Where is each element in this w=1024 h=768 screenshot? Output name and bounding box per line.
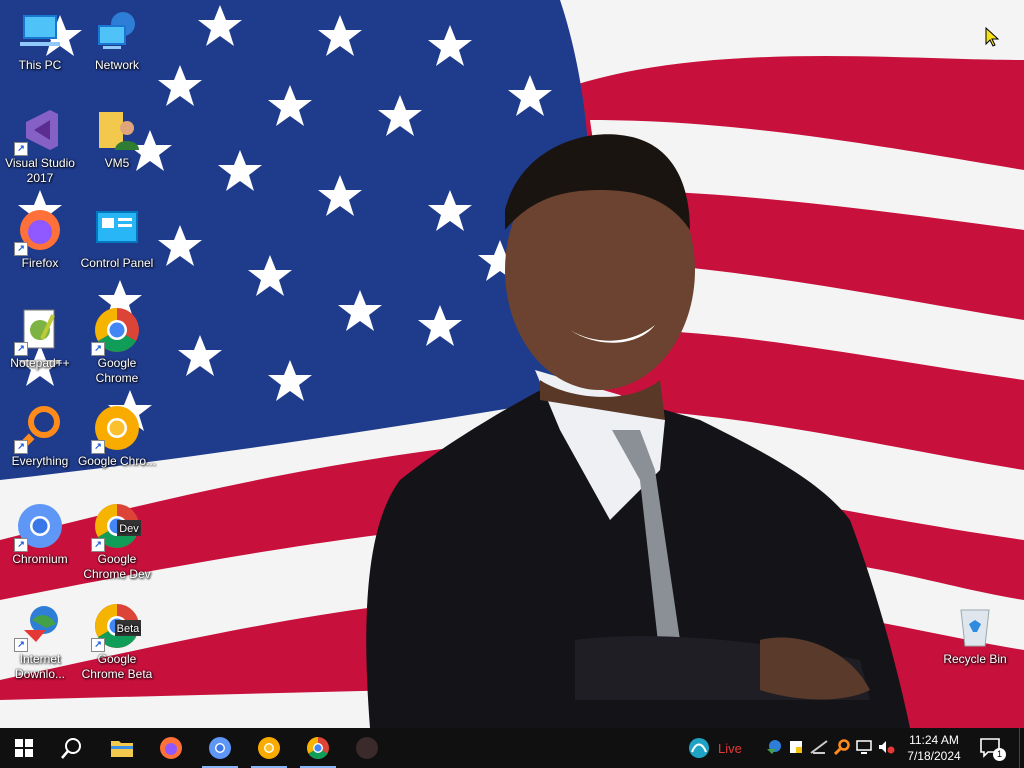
desktop-icon-control-panel[interactable]: Control Panel [77,206,157,271]
icon-label: Google Chro... [77,454,157,468]
icon-label: Firefox [21,256,59,270]
app-icon [356,737,378,759]
internet-download-manager-icon: ↗ [14,602,64,652]
chrome-icon: ↗ [91,306,141,356]
icon-label: Everything [11,454,69,468]
visual-studio-icon: ↗ [14,106,64,156]
shortcut-arrow-icon: ↗ [14,342,28,356]
icon-label: Internet Downlo... [14,652,66,681]
desktop-icon-chromium[interactable]: ↗ Chromium [0,502,80,567]
chrome-dev-icon: Dev ↗ [91,502,141,552]
icon-label: Google Chrome Dev [83,552,151,581]
shortcut-arrow-icon: ↗ [91,638,105,652]
clock-time: 11:24 AM [909,733,959,747]
shortcut-arrow-icon: ↗ [14,440,28,454]
shortcut-arrow-icon: ↗ [91,342,105,356]
weather-icon [689,738,709,758]
icon-label: Google Chrome [95,356,139,385]
taskbar-file-explorer[interactable] [98,728,146,768]
firefox-icon [160,737,182,759]
security-shield-icon[interactable] [788,739,804,758]
weather-widget[interactable]: Live [688,728,742,768]
network-disconnected-icon[interactable] [810,739,828,758]
chromium-icon: ↗ [14,502,64,552]
desktop-icon-google-chrome-dev[interactable]: Dev ↗ Google Chrome Dev [77,502,157,582]
icon-label: Visual Studio 2017 [5,156,75,185]
action-center-button[interactable]: 1 [968,728,1012,768]
control-panel-icon [93,206,141,254]
chrome-beta-icon: Beta ↗ [91,602,141,652]
beta-badge: Beta [117,623,141,635]
volume-muted-icon[interactable] [878,739,896,758]
network-icon [93,8,141,56]
desktop-icon-everything[interactable]: ↗ Everything [0,404,80,469]
desktop-icon-this-pc[interactable]: This PC [0,8,80,73]
shortcut-arrow-icon: ↗ [14,538,28,552]
taskbar-chrome-dev[interactable] [294,728,342,768]
chrome-canary-icon: ↗ [91,404,141,454]
taskbar-chromium[interactable] [196,728,244,768]
chrome-dev-icon [307,737,329,759]
icon-label: This PC [18,58,62,72]
folder-user-icon [93,106,141,154]
icon-label: Notepad++ [10,356,70,370]
display-icon[interactable] [856,739,872,758]
show-desktop-button[interactable] [1019,728,1024,768]
weather-label: Live [718,740,742,756]
desktop-icon-google-chrome-beta[interactable]: Beta ↗ Google Chrome Beta [77,602,157,682]
desktop-icon-recycle-bin[interactable]: Recycle Bin [935,602,1015,667]
shortcut-arrow-icon: ↗ [14,142,28,156]
taskbar-chrome-canary[interactable] [245,728,293,768]
taskbar-firefox[interactable] [147,728,195,768]
shortcut-arrow-icon: ↗ [14,638,28,652]
icon-label: Control Panel [80,256,154,270]
notepad-plus-plus-icon: ↗ [14,306,64,356]
firefox-icon: ↗ [14,206,64,256]
taskbar: Live 11:24 AM 7/18/2024 1 [0,728,1024,768]
shortcut-arrow-icon: ↗ [91,538,105,552]
desktop-icon-notepad-plus-plus[interactable]: ↗ Notepad++ [0,306,80,371]
idm-tray-icon[interactable] [766,739,782,758]
start-button[interactable] [0,728,48,768]
desktop-icon-google-chrome[interactable]: ↗ Google Chrome [77,306,157,386]
desktop-icon-google-chrome-canary[interactable]: ↗ Google Chro... [77,404,157,469]
everything-tray-icon[interactable] [833,738,850,758]
everything-search-icon: ↗ [14,404,64,454]
taskbar-dimmed-app[interactable] [343,728,391,768]
icon-label: Recycle Bin [943,652,1007,666]
recycle-bin-icon [951,602,999,650]
icon-label: Chromium [12,552,68,566]
chromium-icon [209,737,231,759]
search-button[interactable] [48,728,96,768]
folder-icon [111,741,133,757]
icon-label: Google Chrome Beta [81,652,153,681]
icon-label: VM5 [104,156,130,170]
desktop-icon-internet-download-manager[interactable]: ↗ Internet Downlo... [0,602,80,682]
desktop-icon-firefox[interactable]: ↗ Firefox [0,206,80,271]
icon-label: Network [94,58,139,72]
dev-badge: Dev [119,523,139,535]
desktop-icon-visual-studio[interactable]: ↗ Visual Studio 2017 [0,106,80,186]
desktop-icon-network[interactable]: Network [77,8,157,73]
system-tray-icons [766,728,896,768]
this-pc-icon [16,8,64,56]
shortcut-arrow-icon: ↗ [14,242,28,256]
chrome-canary-icon [258,737,280,759]
windows-logo-icon [15,739,33,757]
notification-count-badge: 1 [993,748,1006,761]
shortcut-arrow-icon: ↗ [91,440,105,454]
desktop-icon-vm5[interactable]: VM5 [77,106,157,171]
clock-date: 7/18/2024 [907,749,961,763]
search-icon [61,738,81,759]
system-clock[interactable]: 11:24 AM 7/18/2024 [902,732,966,764]
mouse-cursor [985,26,1000,52]
